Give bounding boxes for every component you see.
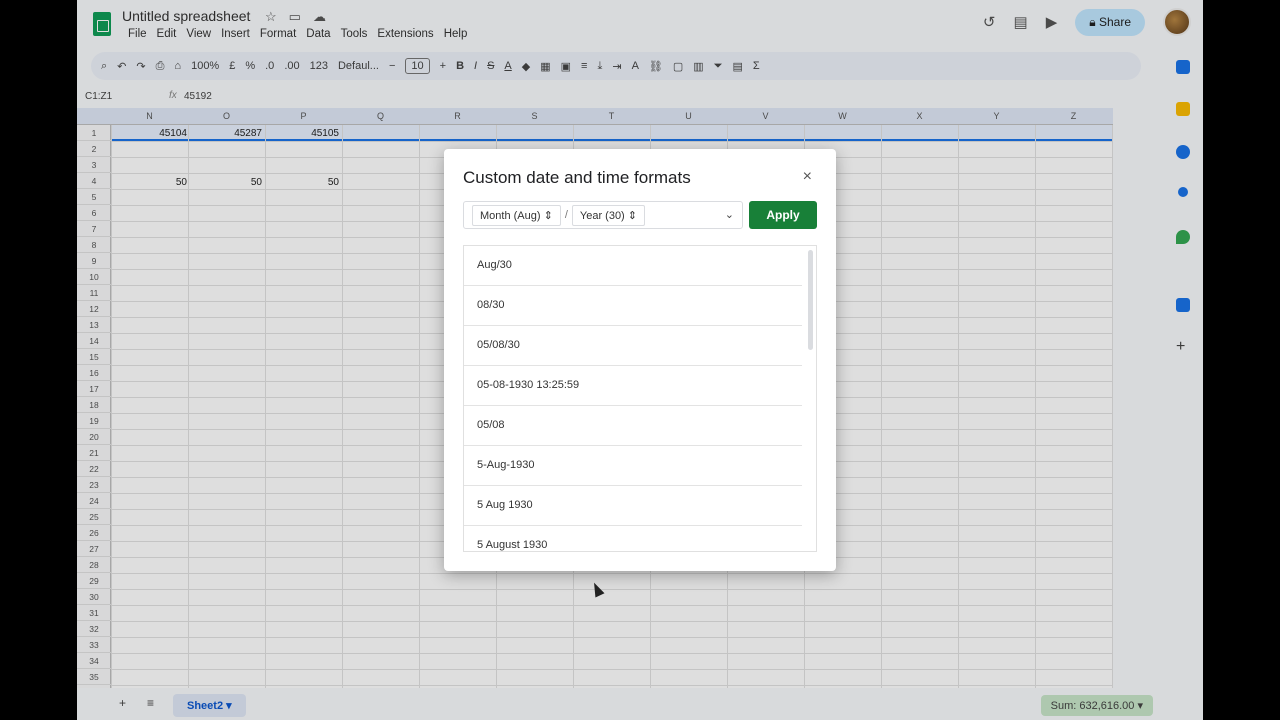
- format-separator[interactable]: /: [565, 209, 568, 221]
- dialog-title: Custom date and time formats: [463, 168, 691, 187]
- chip-year[interactable]: Year (30) ⇕: [571, 204, 645, 226]
- chip-month[interactable]: Month (Aug) ⇕: [472, 204, 561, 226]
- chip-arrows-icon: ⇕: [543, 209, 553, 222]
- scrollbar[interactable]: [808, 250, 813, 350]
- format-option[interactable]: 5 August 1930: [464, 526, 802, 551]
- format-option[interactable]: Aug/30: [464, 246, 802, 286]
- format-option[interactable]: 05-08-1930 13:25:59: [464, 366, 802, 406]
- format-input[interactable]: Month (Aug) ⇕ / Year (30) ⇕ ⌄: [463, 201, 743, 229]
- chevron-down-icon[interactable]: ⌄: [725, 208, 734, 221]
- format-option[interactable]: 08/30: [464, 286, 802, 326]
- format-option[interactable]: 05/08: [464, 406, 802, 446]
- format-option[interactable]: 5-Aug-1930: [464, 446, 802, 486]
- apply-button[interactable]: Apply: [749, 201, 817, 229]
- chip-year-label: Year (30): [579, 209, 625, 222]
- format-option[interactable]: 5 Aug 1930: [464, 486, 802, 526]
- chip-month-label: Month (Aug): [480, 209, 541, 222]
- format-list[interactable]: Aug/30 08/30 05/08/30 05-08-1930 13:25:59 05…: [463, 245, 817, 552]
- format-option[interactable]: 05/08/30: [464, 326, 802, 366]
- chip-arrows-icon: ⇕: [627, 209, 637, 222]
- close-icon[interactable]: ×: [803, 168, 812, 186]
- custom-date-format-dialog: Custom date and time formats × Month (Au…: [444, 149, 836, 571]
